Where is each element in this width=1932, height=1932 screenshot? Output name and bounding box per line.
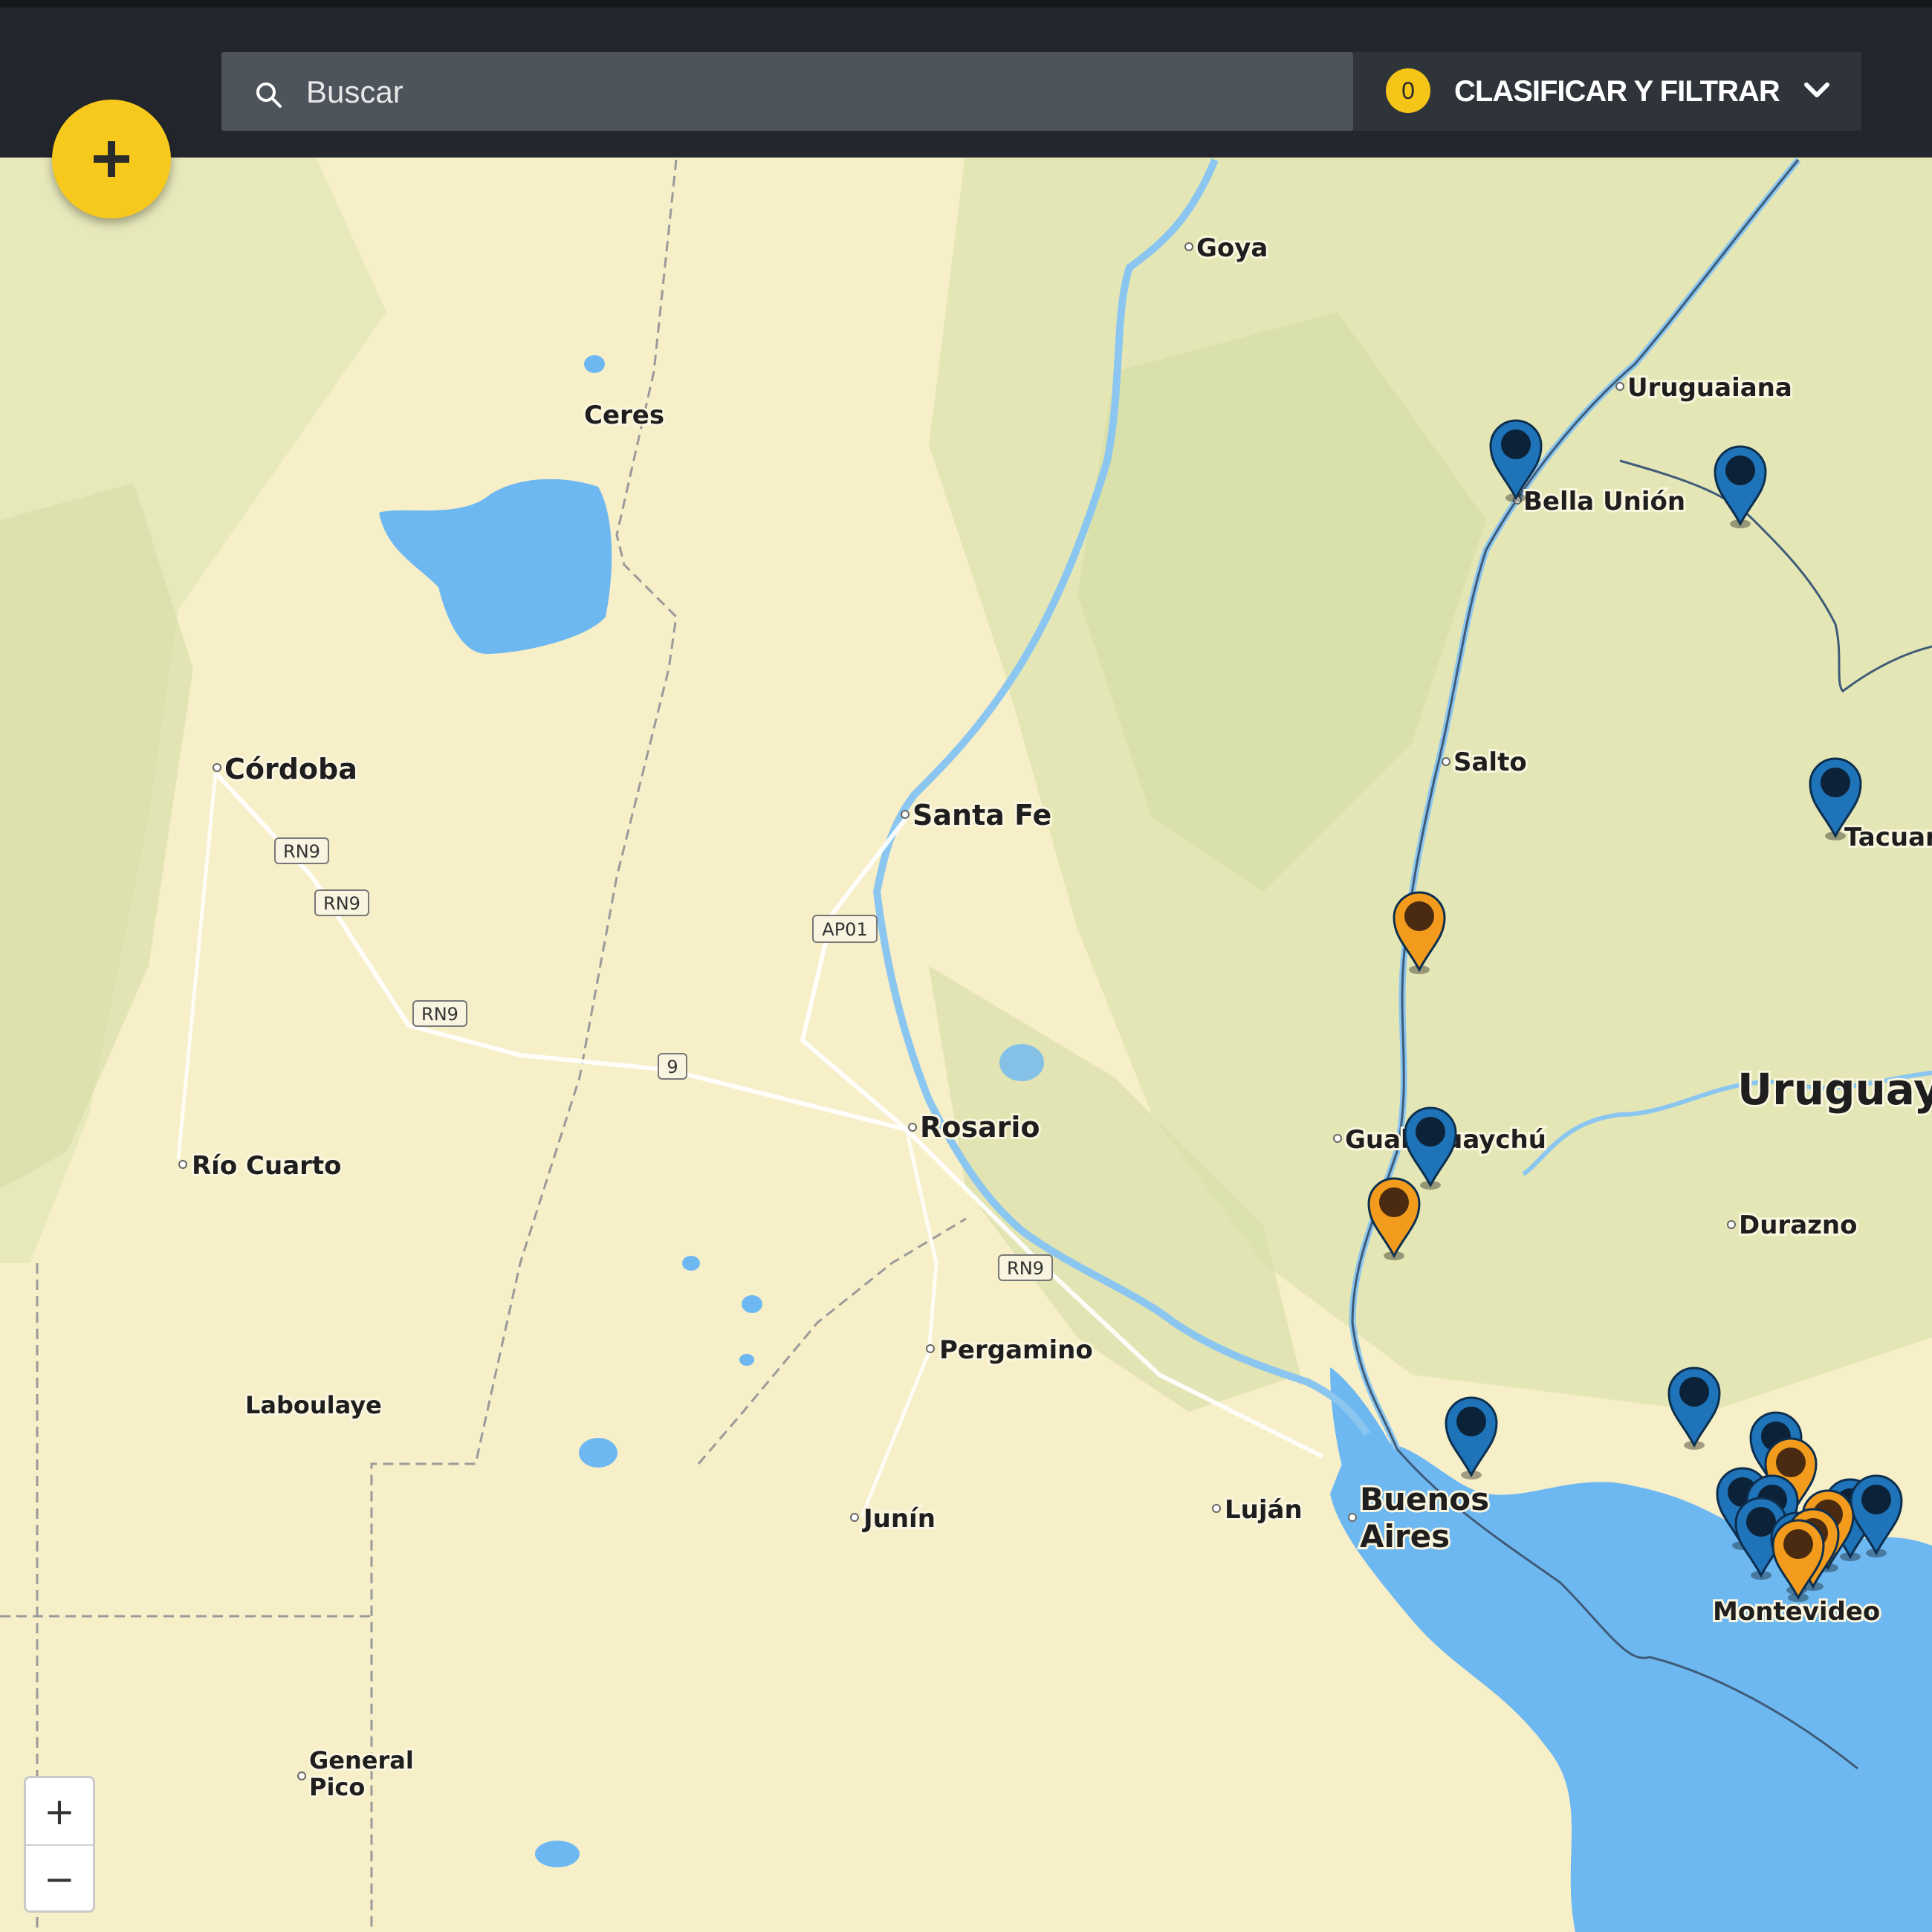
search-input[interactable] <box>305 52 1333 132</box>
label-uruguaiana: Uruguaiana <box>1627 373 1792 403</box>
road-shield-rn9-2: RN9 <box>314 889 369 916</box>
filter-label: CLASIFICAR Y FILTRAR <box>1454 75 1780 108</box>
zoom-out-button[interactable]: − <box>26 1846 93 1912</box>
map-canvas[interactable]: RN9 RN9 RN9 AP01 9 RN9 Goya Ceres Urugua… <box>0 0 1932 1932</box>
svg-text:RN9: RN9 <box>283 841 320 862</box>
add-button[interactable] <box>52 100 171 218</box>
road-shield-partial: 9 <box>658 1053 687 1080</box>
label-santa-fe: Santa Fe <box>912 799 1051 832</box>
svg-text:RN9: RN9 <box>1007 1258 1044 1279</box>
label-pico: Pico <box>309 1773 365 1801</box>
label-salto: Salto <box>1453 748 1527 777</box>
label-durazno: Durazno <box>1739 1210 1858 1240</box>
label-cordoba: Córdoba <box>224 753 357 785</box>
svg-text:AP01: AP01 <box>822 919 867 940</box>
filter-count-badge: 0 <box>1386 68 1430 113</box>
label-tacuar: Tacuar <box>1844 823 1932 852</box>
label-bella-union: Bella Unión <box>1523 487 1685 516</box>
label-ceres: Ceres <box>584 401 664 430</box>
label-rosario: Rosario <box>920 1111 1040 1144</box>
road-shield-rn9-4: RN9 <box>998 1254 1053 1281</box>
label-goya: Goya <box>1196 233 1268 263</box>
road-shield-rn9-3: RN9 <box>412 1000 467 1027</box>
search-icon <box>256 82 282 108</box>
label-uruguay: Uruguay <box>1737 1064 1932 1115</box>
plus-icon <box>94 141 129 177</box>
road-shield-rn9-1: RN9 <box>274 837 329 864</box>
label-rio-cuarto: Río Cuarto <box>192 1151 342 1181</box>
search-bar <box>221 52 1353 132</box>
zoom-control: + − <box>24 1776 95 1913</box>
top-toolbar: 0 CLASIFICAR Y FILTRAR <box>0 0 1932 158</box>
label-aires: Aires <box>1360 1518 1450 1555</box>
sort-filter-button[interactable]: 0 CLASIFICAR Y FILTRAR <box>1353 52 1861 131</box>
zoom-in-button[interactable]: + <box>26 1778 93 1846</box>
label-junin: Junín <box>862 1504 936 1534</box>
road-shield-ap01: AP01 <box>812 915 878 943</box>
svg-text:RN9: RN9 <box>323 893 360 914</box>
label-general: General <box>309 1746 414 1774</box>
svg-text:RN9: RN9 <box>421 1004 458 1025</box>
label-buenos: Buenos <box>1360 1481 1489 1517</box>
label-pergamino: Pergamino <box>939 1335 1093 1365</box>
label-lujan: Luján <box>1225 1495 1303 1525</box>
svg-text:9: 9 <box>667 1057 678 1077</box>
label-laboulaye: Laboulaye <box>245 1391 382 1419</box>
chevron-down-icon[interactable] <box>1802 79 1832 103</box>
